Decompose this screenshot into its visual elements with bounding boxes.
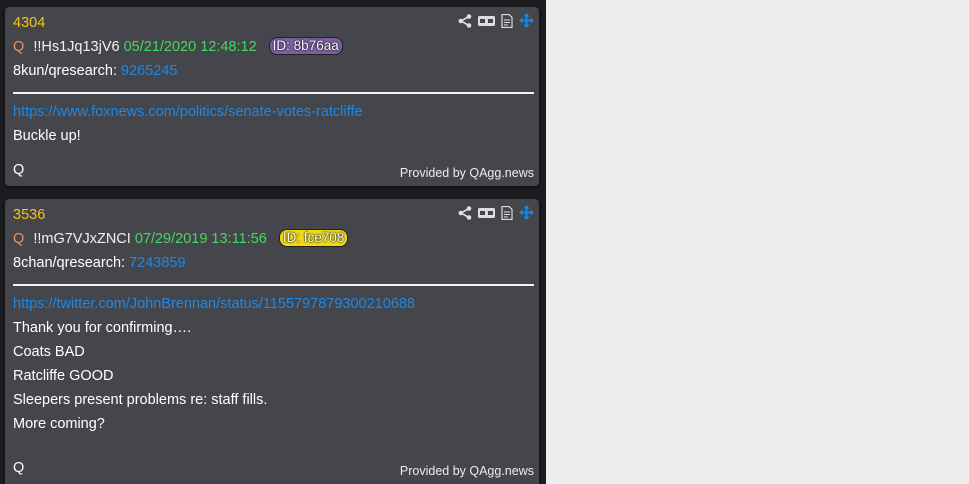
post-url-link[interactable]: https://www.foxnews.com/politics/senate-…	[13, 104, 362, 120]
post-meta-line: Q !!Hs1Jq13jV6 05/21/2020 12:48:12 ID: 8…	[13, 37, 534, 61]
post-feed: 4304 Q !!Hs1Jq13jV6 05/21/2020 12:48:12 …	[0, 0, 546, 484]
divider	[13, 284, 534, 286]
board-label: 8chan/qresearch:	[13, 255, 126, 271]
board-post-link[interactable]: 9265245	[121, 63, 177, 79]
post-datetime: 05/21/2020 12:48:12	[123, 39, 257, 55]
id-badge: ID: 8b76aa	[268, 37, 343, 55]
provider-credit: Provided by QAgg.news	[399, 166, 534, 180]
tripcode: !!Hs1Jq13jV6	[33, 39, 120, 55]
author-name: Q	[13, 231, 25, 247]
post-body-text: Coats BAD	[13, 344, 85, 360]
provider-credit: Provided by QAgg.news	[399, 464, 534, 478]
post-body-text: Sleepers present problems re: staff fill…	[13, 392, 268, 408]
id-badge: ID: fce708	[278, 229, 349, 247]
board-post-link[interactable]: 7243859	[129, 255, 185, 271]
post-url-link[interactable]: https://twitter.com/JohnBrennan/status/1…	[13, 296, 415, 312]
post-number: 3536	[13, 207, 46, 223]
post-datetime: 07/29/2019 13:11:56	[134, 231, 267, 247]
post-number-line: 3536	[13, 205, 534, 229]
post-meta-line: Q !!mG7VJxZNCI 07/29/2019 13:11:56 ID: f…	[13, 229, 534, 253]
post-body-line: Coats BAD	[13, 342, 534, 366]
post-number-line: 4304	[13, 13, 534, 37]
post-body-line: Sleepers present problems re: staff fill…	[13, 390, 534, 414]
divider	[13, 92, 534, 94]
post-body-line: https://www.foxnews.com/politics/senate-…	[13, 102, 534, 126]
post-toolbar	[458, 13, 534, 28]
post-number: 4304	[13, 15, 46, 31]
move-icon[interactable]	[519, 13, 534, 28]
share-icon[interactable]	[458, 205, 472, 220]
post-body-line: More coming?	[13, 414, 534, 438]
board-line: 8kun/qresearch: 9265245	[13, 61, 534, 85]
post-signature: Q	[13, 162, 25, 178]
share-icon[interactable]	[458, 13, 472, 28]
post-body-line: Thank you for confirming….	[13, 318, 534, 342]
post-body-text: More coming?	[13, 416, 105, 432]
post-body-text: Ratcliffe GOOD	[13, 368, 114, 384]
post-toolbar	[458, 205, 534, 220]
document-icon[interactable]	[501, 205, 513, 220]
move-icon[interactable]	[519, 205, 534, 220]
tripcode: !!mG7VJxZNCI	[33, 231, 131, 247]
board-label: 8kun/qresearch:	[13, 63, 117, 79]
post-body-text: Buckle up!	[13, 128, 81, 144]
author-name: Q	[13, 39, 25, 55]
board-line: 8chan/qresearch: 7243859	[13, 253, 534, 277]
document-icon[interactable]	[501, 13, 513, 28]
post-body-line: Buckle up!	[13, 126, 534, 150]
post-card: 3536 Q !!mG7VJxZNCI 07/29/2019 13:11:56 …	[5, 199, 539, 484]
post-card: 4304 Q !!Hs1Jq13jV6 05/21/2020 12:48:12 …	[5, 7, 539, 186]
glasses-icon[interactable]	[478, 207, 495, 219]
post-body-text: Thank you for confirming….	[13, 320, 192, 336]
post-body-line: https://twitter.com/JohnBrennan/status/1…	[13, 294, 534, 318]
post-body-line: Ratcliffe GOOD	[13, 366, 534, 390]
post-signature: Q	[13, 460, 25, 476]
glasses-icon[interactable]	[478, 15, 495, 27]
